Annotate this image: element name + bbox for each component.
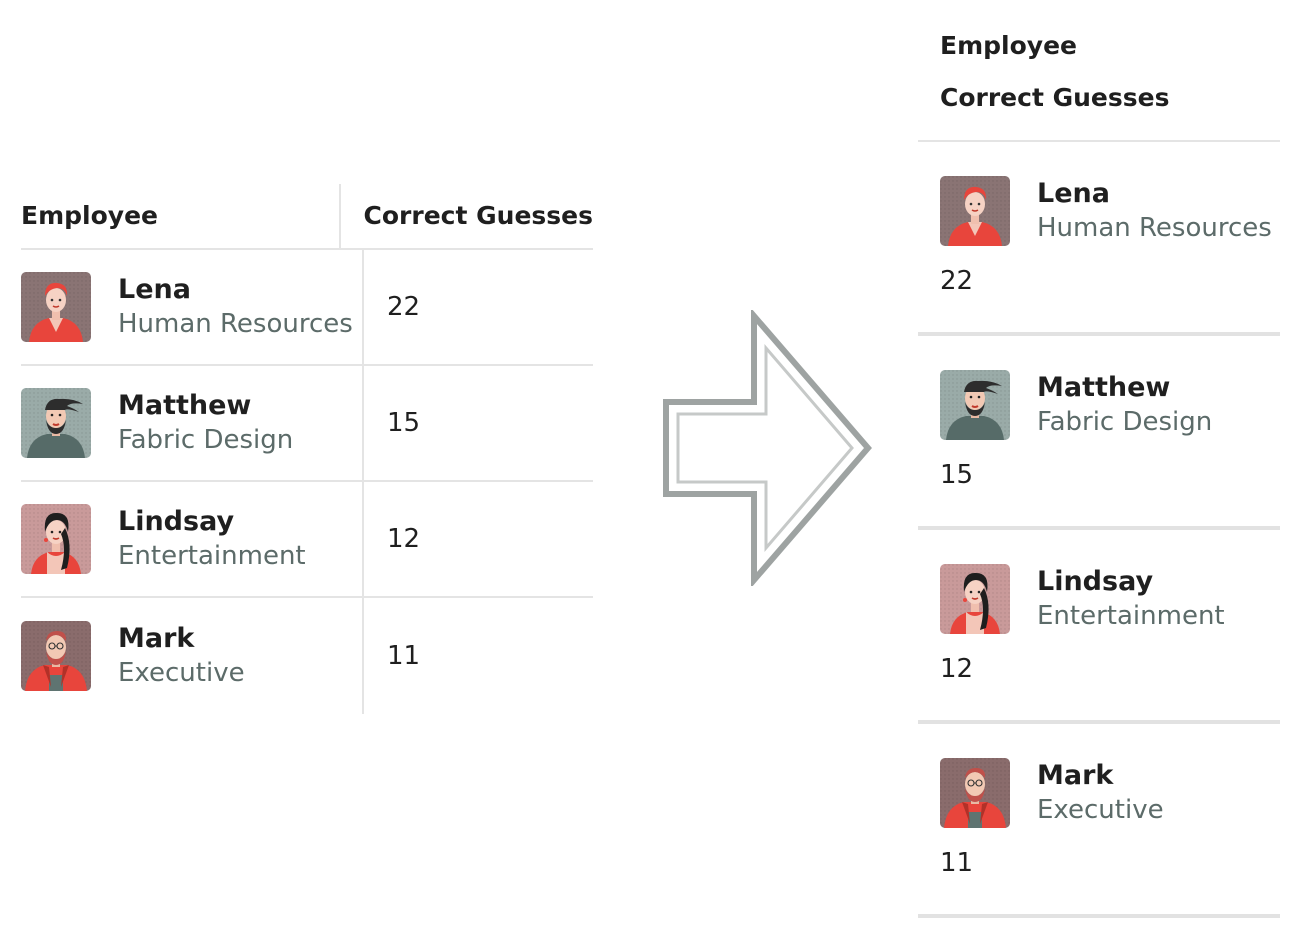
employee-cell: Matthew Fabric Design <box>940 370 1280 440</box>
score-value: 12 <box>940 654 974 684</box>
employee-name: Matthew <box>118 390 252 421</box>
table-row: Lindsay Entertainment 12 <box>21 482 593 598</box>
column-header-employee[interactable]: Employee <box>21 184 341 248</box>
table-row: Mark Executive 11 <box>21 598 593 714</box>
employee-table: Employee Correct Guesses Lena Human Reso… <box>21 184 593 714</box>
score-cell: 12 <box>387 524 421 554</box>
employee-cell: Mark Executive <box>21 621 245 691</box>
mark-avatar <box>21 621 91 691</box>
table-row: Matthew Fabric Design 15 <box>21 366 593 482</box>
mark-avatar <box>940 758 1010 828</box>
score-cell: 22 <box>387 292 421 322</box>
lindsay-avatar <box>940 564 1010 634</box>
employee-department: Entertainment <box>118 541 306 571</box>
employee-department: Entertainment <box>1037 601 1225 631</box>
employee-name: Lindsay <box>1037 566 1154 597</box>
employee-department: Executive <box>1037 795 1164 825</box>
list-item: Lindsay Entertainment 12 <box>918 530 1280 724</box>
employee-name: Lena <box>118 274 191 305</box>
employee-department: Human Resources <box>118 309 353 339</box>
score-cell: 15 <box>387 408 421 438</box>
score-value: 15 <box>940 460 974 490</box>
employee-cell: Lindsay Entertainment <box>21 504 306 574</box>
lindsay-avatar <box>21 504 91 574</box>
score-value: 22 <box>940 266 974 296</box>
employee-department: Executive <box>118 658 245 688</box>
employee-cell: Lindsay Entertainment <box>940 564 1280 634</box>
column-header-correct-guesses[interactable]: Correct Guesses <box>341 184 593 248</box>
employee-cell: Lena Human Resources <box>21 272 353 342</box>
score-value: 11 <box>940 848 974 878</box>
employee-name: Lindsay <box>118 506 235 537</box>
lena-avatar <box>21 272 91 342</box>
employee-cell: Mark Executive <box>940 758 1280 828</box>
table-header: Employee Correct Guesses <box>21 184 593 250</box>
list-item: Matthew Fabric Design 15 <box>918 336 1280 530</box>
score-cell: 11 <box>387 641 421 671</box>
employee-stacked-list: Employee Correct Guesses Lena Human Reso… <box>918 0 1280 918</box>
employee-cell: Lena Human Resources <box>940 176 1280 246</box>
employee-name: Matthew <box>1037 372 1171 403</box>
employee-department: Fabric Design <box>1037 407 1213 437</box>
list-item: Lena Human Resources 22 <box>918 142 1280 336</box>
column-header-employee[interactable]: Employee <box>940 20 1280 72</box>
employee-department: Fabric Design <box>118 425 294 455</box>
stacked-header: Employee Correct Guesses <box>918 0 1280 142</box>
column-header-correct-guesses[interactable]: Correct Guesses <box>940 72 1280 124</box>
table-row: Lena Human Resources 22 <box>21 250 593 366</box>
employee-department: Human Resources <box>1037 213 1272 243</box>
lena-avatar <box>940 176 1010 246</box>
list-item: Mark Executive 11 <box>918 724 1280 918</box>
matthew-avatar <box>940 370 1010 440</box>
employee-name: Lena <box>1037 178 1110 209</box>
matthew-avatar <box>21 388 91 458</box>
employee-cell: Matthew Fabric Design <box>21 388 293 458</box>
employee-name: Mark <box>1037 760 1114 791</box>
right-arrow-icon <box>663 310 872 586</box>
employee-name: Mark <box>118 623 195 654</box>
